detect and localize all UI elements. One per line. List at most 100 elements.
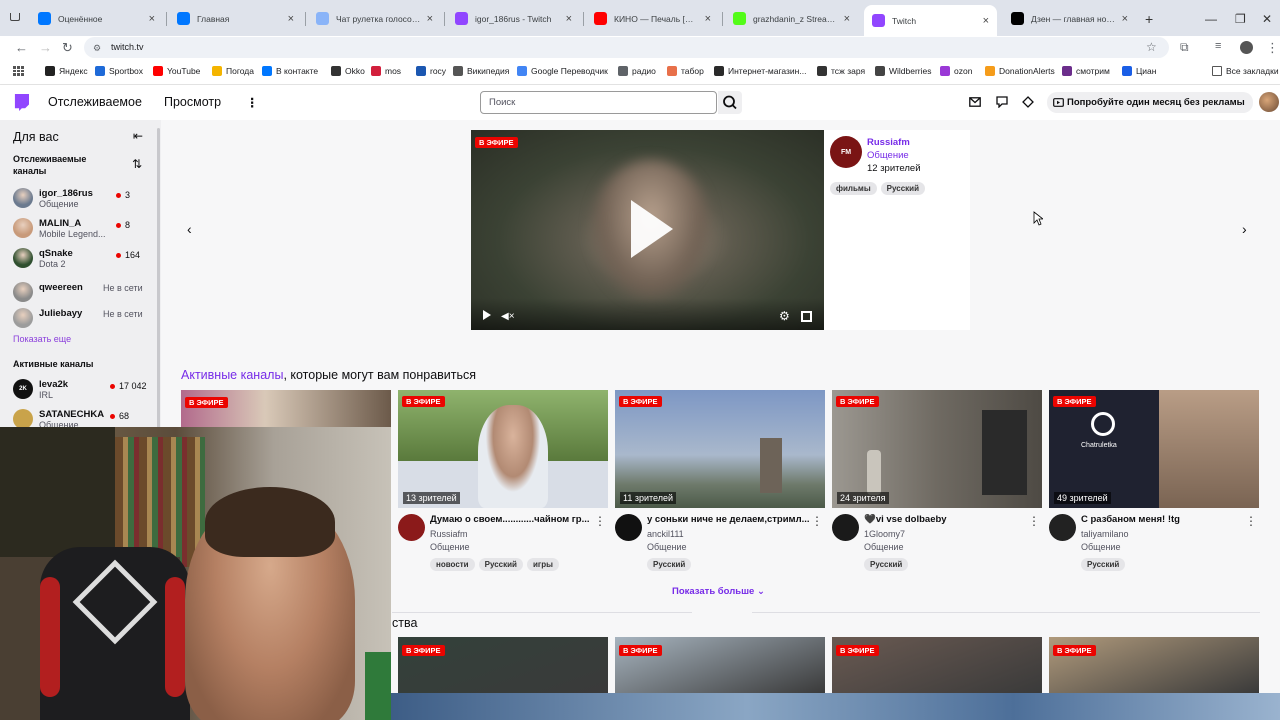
tab-close-icon[interactable]: × (149, 13, 155, 25)
tag-pill[interactable]: Русский (478, 558, 523, 571)
show-more-button[interactable]: Показать больше ⌄ (672, 586, 765, 597)
bookmark-item[interactable]: смотрим (1062, 66, 1110, 76)
nav-browse[interactable]: Просмотр (164, 95, 221, 109)
bookmark-item[interactable]: ozon (940, 66, 972, 76)
fullscreen-icon[interactable] (801, 311, 812, 322)
stream-category[interactable]: Общение (1081, 542, 1120, 552)
browser-tab[interactable]: Twitch × (864, 5, 997, 36)
show-more-link[interactable]: Показать еще (13, 334, 71, 344)
featured-channel-avatar[interactable]: FM (830, 136, 862, 168)
tag-pill[interactable]: Русский (647, 558, 692, 571)
tab-close-icon[interactable]: × (705, 13, 711, 25)
all-bookmarks[interactable]: Все закладки (1212, 66, 1279, 76)
menu-icon[interactable]: ⋮ (1266, 40, 1279, 56)
omnibox[interactable] (84, 37, 1169, 58)
play-icon[interactable] (483, 310, 491, 320)
tag-pill[interactable]: Русский (1081, 558, 1126, 571)
tab-close-icon[interactable]: × (566, 13, 572, 25)
sidebar-scrollbar[interactable] (157, 128, 160, 428)
stream-card[interactable]: В ЭФИРЕ 11 зрителей у соньки ниче не делае… (615, 390, 825, 574)
profile-avatar[interactable] (1240, 41, 1253, 54)
collapse-sidebar-icon[interactable]: ⇤ (133, 129, 143, 143)
crown-icon[interactable] (1022, 96, 1034, 108)
featured-category[interactable]: Общение (867, 150, 909, 161)
nav-more-icon[interactable]: ⋮ (246, 95, 259, 110)
whispers-icon[interactable] (996, 96, 1008, 108)
bookmark-item[interactable]: Wildberries (875, 66, 932, 76)
more-options-icon[interactable]: ⋮ (811, 514, 823, 528)
stream-card[interactable]: В ЭФИРЕ 24 зрителя 🖤vi vse dolbaeby 1Gloomy… (832, 390, 1042, 574)
tab-close-icon[interactable]: × (983, 15, 989, 27)
ad-free-promo-button[interactable]: Попробуйте один месяц без рекламы (1047, 92, 1253, 113)
stream-card[interactable]: В ЭФИРЕ (615, 637, 825, 693)
bookmark-item[interactable]: YouTube (153, 66, 200, 76)
featured-channel-name[interactable]: Russiafm (867, 137, 910, 148)
close-window-icon[interactable]: ✕ (1262, 12, 1272, 26)
channel-avatar[interactable] (832, 514, 859, 541)
stream-category[interactable]: Общение (647, 542, 686, 552)
stream-title[interactable]: С разбаном меня! !tg (1081, 514, 1249, 525)
bookmark-item[interactable]: rocy (416, 66, 446, 76)
stream-title[interactable]: 🖤vi vse dolbaeby (864, 514, 1032, 525)
bookmark-star-icon[interactable]: ☆ (1146, 40, 1157, 54)
bookmark-item[interactable]: Okko (331, 66, 365, 76)
inbox-icon[interactable] (969, 97, 981, 107)
nav-following[interactable]: Отслеживаемое (48, 95, 142, 109)
search-input[interactable]: Поиск (480, 91, 717, 114)
play-big-icon[interactable] (631, 200, 673, 258)
site-info-icon[interactable]: ⚙ (93, 43, 101, 54)
tag-pill[interactable]: фильмы (830, 182, 877, 195)
browser-tab[interactable]: КИНО — Печаль [Ремей × (586, 5, 719, 32)
stream-card[interactable]: В ЭФИРЕ (832, 637, 1042, 693)
stream-thumbnail[interactable]: Chatruletka В ЭФИРЕ 49 зрителей (1049, 390, 1259, 508)
more-options-icon[interactable]: ⋮ (594, 514, 606, 528)
channel-name[interactable]: Russiafm (430, 529, 468, 539)
tab-close-icon[interactable]: × (844, 13, 850, 25)
carousel-next-icon[interactable]: › (1242, 221, 1247, 237)
sidebar-channel[interactable]: igor_186rus Общение (13, 188, 93, 210)
sidebar-channel[interactable]: qSnake Dota 2 (13, 248, 73, 270)
stream-thumbnail[interactable]: В ЭФИРЕ 24 зрителя (832, 390, 1042, 508)
bookmark-item[interactable]: DonationAlerts (985, 66, 1055, 76)
stream-card[interactable]: Chatruletka В ЭФИРЕ 49 зрителей С разбаном … (1049, 390, 1259, 574)
channel-avatar[interactable] (1049, 514, 1076, 541)
bookmark-item[interactable]: Яндекс (45, 66, 88, 76)
more-options-icon[interactable]: ⋮ (1245, 514, 1257, 528)
more-options-icon[interactable]: ⋮ (1028, 514, 1040, 528)
stream-card[interactable]: В ЭФИРЕ (398, 637, 608, 693)
bookmark-item[interactable]: Sportbox (95, 66, 143, 76)
browser-tab[interactable]: Оценённое × (30, 5, 163, 32)
forward-icon[interactable]: → (39, 40, 52, 55)
browser-tab[interactable]: Главная × (169, 5, 302, 32)
tab-search-icon[interactable] (10, 13, 20, 21)
bookmark-item[interactable]: Интернет-магазин... (714, 66, 806, 76)
channel-name[interactable]: 1Gloomy7 (864, 529, 905, 539)
reload-icon[interactable]: ↻ (62, 40, 73, 56)
apps-icon[interactable] (13, 66, 24, 76)
bookmark-item[interactable]: радио (618, 66, 656, 76)
sidebar-channel[interactable]: MALIN_A Mobile Legend... (13, 218, 106, 240)
sidebar-channel[interactable]: Juliebayy (13, 308, 82, 328)
url-text[interactable]: twitch.tv (111, 42, 144, 52)
settings-gear-icon[interactable]: ⚙ (779, 309, 790, 323)
stream-card[interactable]: В ЭФИРЕ 13 зрителей Думаю о своем.........… (398, 390, 608, 574)
new-tab-button[interactable]: + (1145, 11, 1153, 27)
stream-thumbnail[interactable]: В ЭФИРЕ 11 зрителей (615, 390, 825, 508)
bookmark-item[interactable]: тсж заря (817, 66, 865, 76)
tag-pill[interactable]: новости (430, 558, 475, 571)
stream-category[interactable]: Общение (430, 542, 469, 552)
extensions-icon[interactable]: ⧉ (1180, 40, 1189, 55)
browser-tab[interactable]: Дзен — главная новост × (1003, 5, 1136, 32)
tag-pill[interactable]: Русский (880, 182, 925, 195)
channel-name[interactable]: anckil111 (647, 529, 684, 539)
tab-close-icon[interactable]: × (1122, 13, 1128, 25)
bookmark-item[interactable]: Google Переводчик (517, 66, 608, 76)
stream-card[interactable]: В ЭФИРЕ (1049, 637, 1259, 693)
stream-title[interactable]: Думаю о своем............чайном гр... (430, 514, 598, 525)
carousel-prev-icon[interactable]: ‹ (187, 221, 192, 237)
sidebar-channel[interactable]: 2K leva2k IRL (13, 379, 68, 401)
tab-close-icon[interactable]: × (427, 13, 433, 25)
channel-avatar[interactable] (615, 514, 642, 541)
sidebar-channel[interactable]: qweereen (13, 282, 83, 302)
search-button[interactable] (718, 91, 742, 114)
